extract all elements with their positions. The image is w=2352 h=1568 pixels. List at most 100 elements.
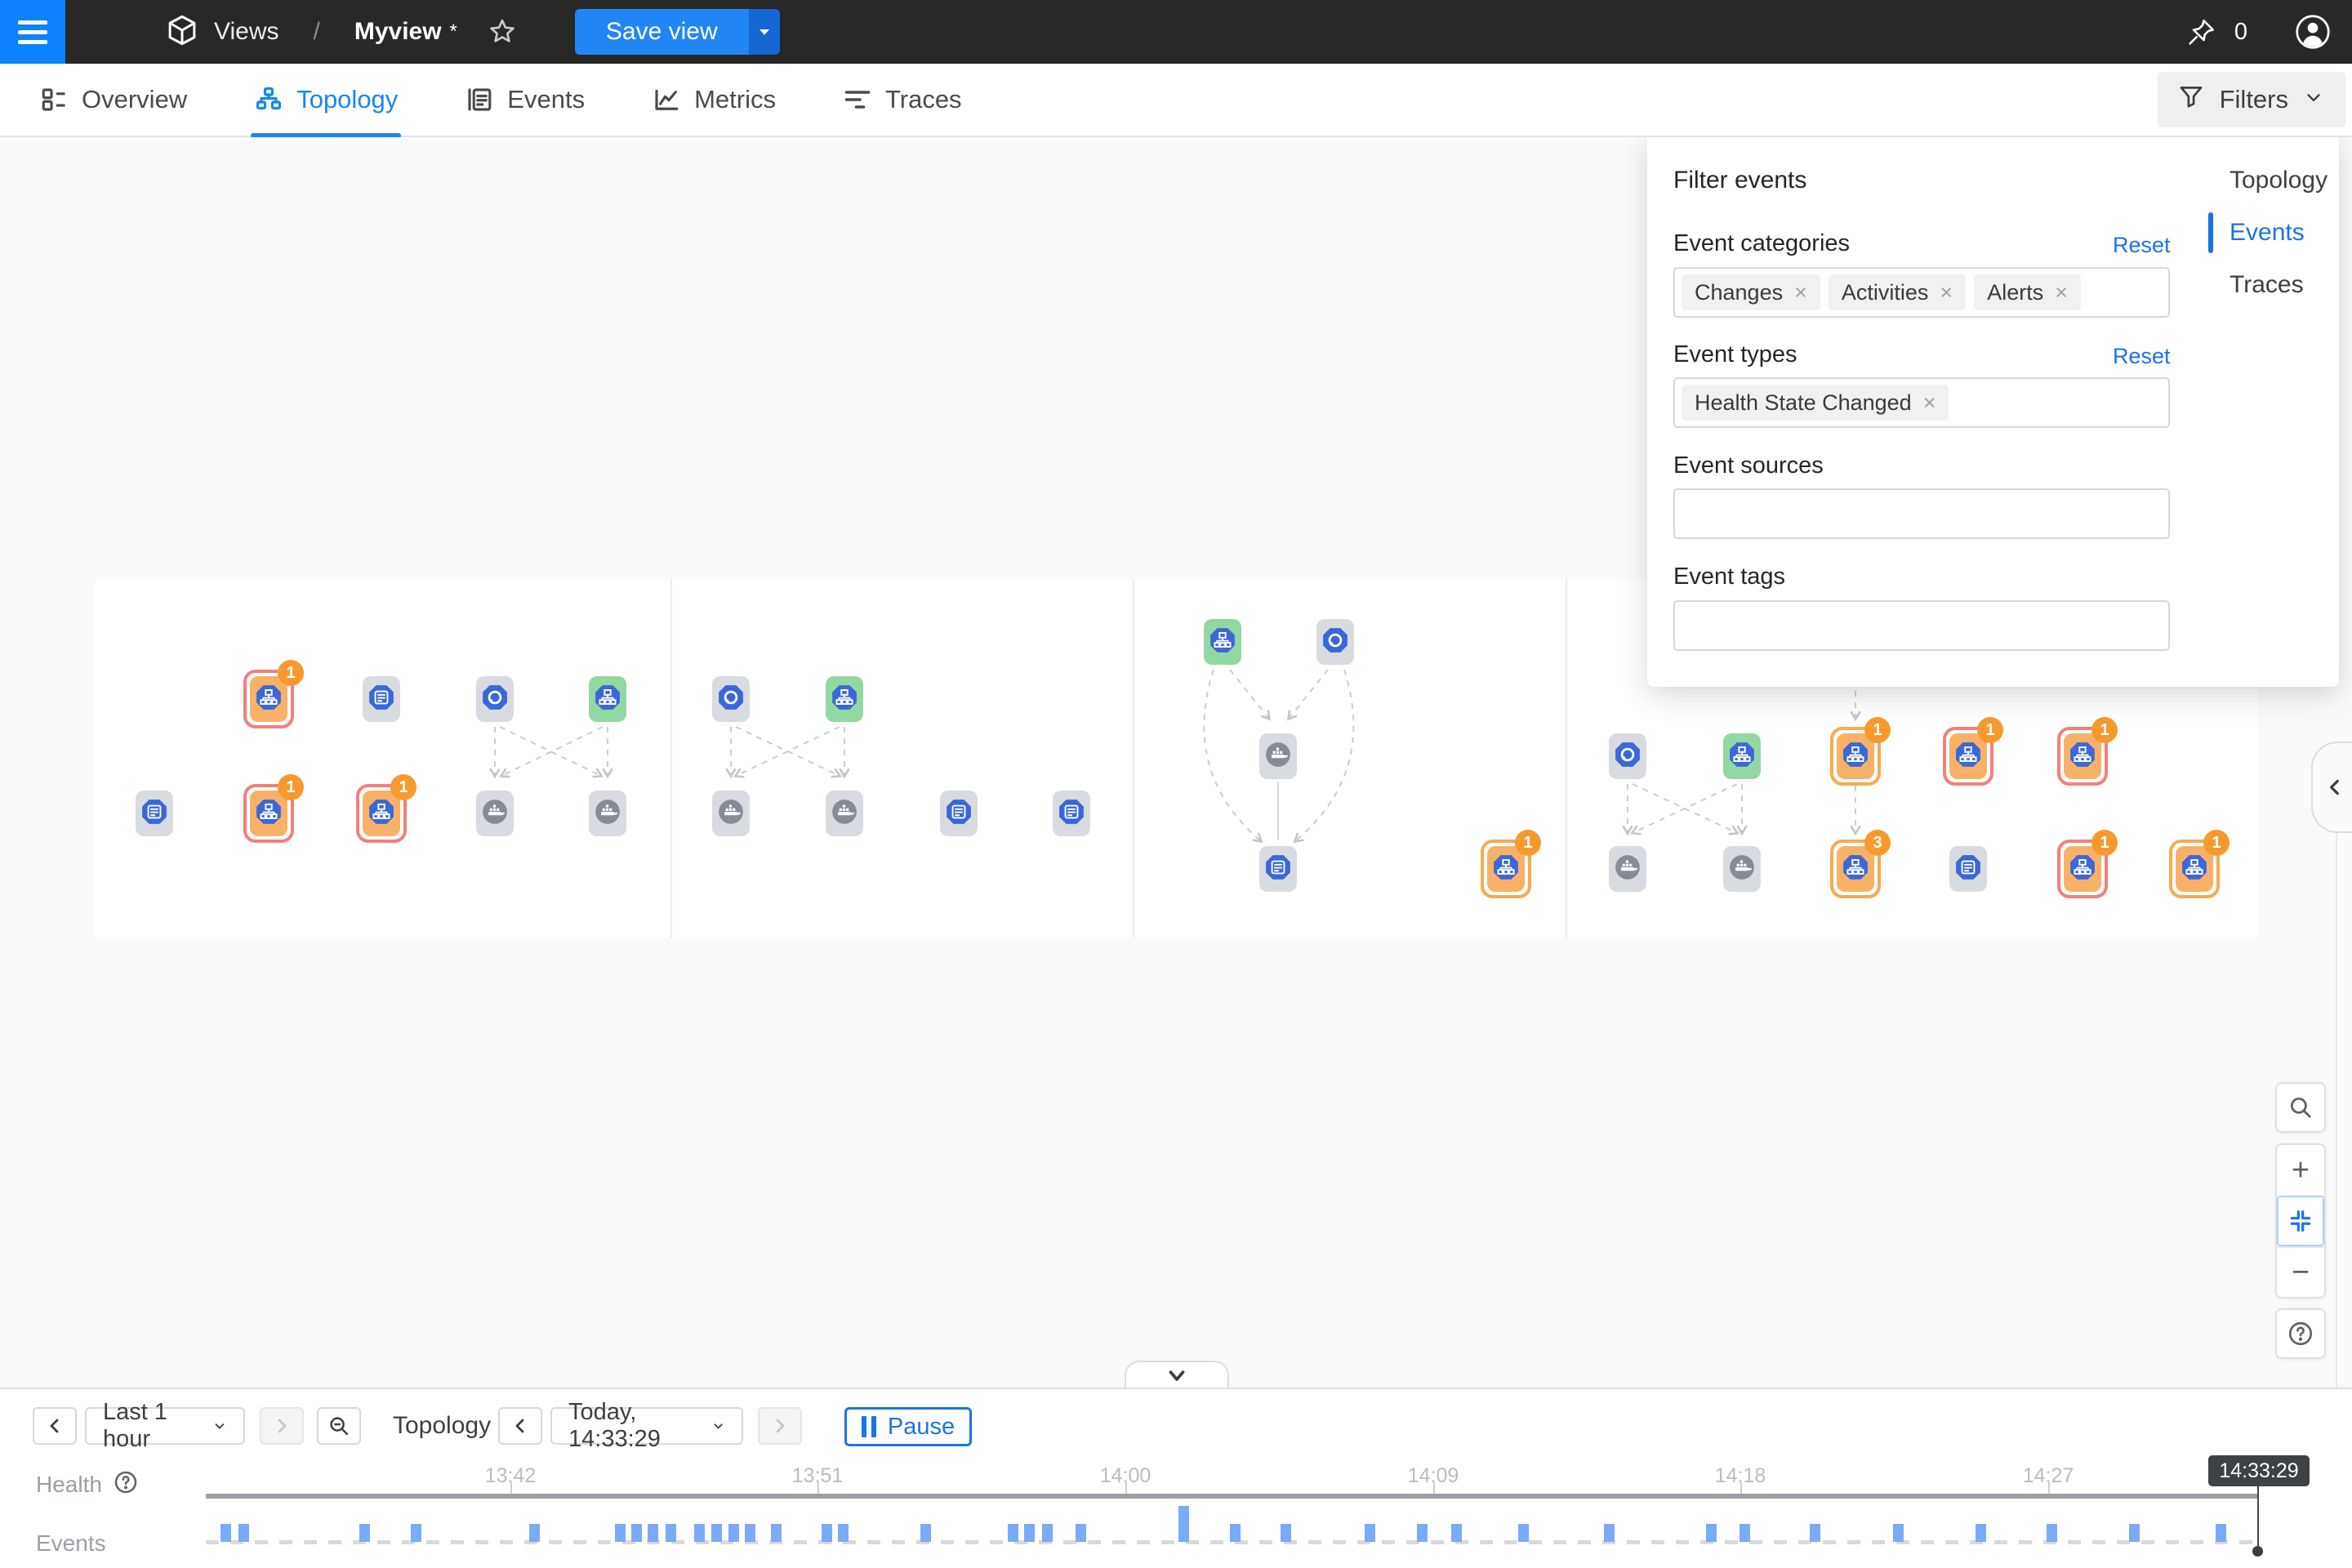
topology-node[interactable] [826,791,863,836]
event-bar[interactable] [1893,1524,1904,1542]
event-bar[interactable] [238,1524,249,1542]
topology-node[interactable] [363,676,400,722]
snapshot-back-button[interactable] [498,1407,542,1445]
event-bar[interactable] [1706,1524,1717,1542]
zoom-out-button[interactable]: − [2277,1246,2324,1297]
topology-node[interactable] [1316,619,1354,665]
health-help-icon[interactable] [113,1469,139,1499]
time-range-back-button[interactable] [33,1407,77,1445]
event-tags-input[interactable] [1673,600,2170,651]
filter-chip[interactable]: Changes× [1682,274,1820,310]
health-track[interactable] [206,1494,2258,1499]
save-view-button[interactable]: Save view [575,9,749,55]
snapshot-datetime-dropdown[interactable]: Today, 14:33:29 [550,1407,743,1445]
collapse-timeline-handle[interactable] [1125,1361,1229,1388]
topology-node-selected[interactable]: 1 [2169,840,2220,898]
event-bar[interactable] [694,1524,705,1542]
topology-node[interactable] [940,791,978,836]
current-time-badge[interactable]: 14:33:29 [2208,1455,2310,1486]
fit-to-screen-button[interactable] [2277,1196,2324,1246]
event-bar[interactable] [920,1524,931,1542]
event-bar[interactable] [822,1524,832,1542]
expand-right-panel-handle[interactable] [2311,742,2352,833]
filter-chip[interactable]: Activities× [1829,274,1966,310]
topology-node[interactable] [1259,733,1297,779]
topology-node-selected[interactable]: 1 [2057,840,2108,898]
event-bar[interactable] [2129,1524,2140,1542]
help-button[interactable] [2275,1308,2326,1359]
topology-node[interactable] [1723,733,1761,779]
favorite-star-icon[interactable] [487,16,518,47]
event-types-input[interactable]: Health State Changed× [1673,377,2170,428]
topology-node[interactable] [476,791,514,836]
event-bar[interactable] [1810,1524,1820,1542]
topology-node[interactable] [589,791,626,836]
filters-button[interactable]: Filters [2158,72,2345,127]
tab-metrics[interactable]: Metrics [648,63,779,136]
filter-nav-events[interactable]: Events [2230,219,2305,247]
topology-node[interactable] [589,676,626,722]
topology-node-selected[interactable]: 3 [1830,840,1881,898]
topology-node[interactable] [1053,791,1090,836]
topology-node[interactable] [712,791,750,836]
tab-traces[interactable]: Traces [840,63,965,136]
event-bar[interactable] [1024,1524,1035,1542]
event-bar[interactable] [1976,1524,1986,1542]
pinned-items-icon[interactable] [2185,16,2218,48]
topology-node-selected[interactable]: 1 [243,784,294,843]
event-bar[interactable] [1417,1524,1428,1542]
topology-node[interactable] [1204,619,1241,665]
hamburger-menu-button[interactable] [0,0,65,64]
event-types-reset-link[interactable]: Reset [2113,344,2171,369]
event-bar[interactable] [1008,1524,1018,1542]
filter-nav-traces[interactable]: Traces [2230,271,2304,299]
topology-node[interactable] [1723,846,1761,892]
event-bar[interactable] [711,1524,722,1542]
topology-canvas[interactable]: 1111111311 Filter events Topology Events… [0,137,2352,1388]
filter-chip[interactable]: Alerts× [1974,274,2081,310]
timeline-zoom-out-button[interactable] [317,1407,361,1445]
save-view-dropdown-button[interactable] [749,9,780,55]
topology-node[interactable] [136,791,173,836]
event-bar[interactable] [1281,1524,1291,1542]
event-bar[interactable] [838,1524,849,1542]
filter-nav-topology[interactable]: Topology [2230,167,2328,194]
topology-node-selected[interactable]: 1 [1943,727,1993,786]
tab-topology[interactable]: Topology [251,63,401,136]
pause-button[interactable]: Pause [844,1407,972,1446]
tab-events[interactable]: Events [461,63,588,136]
chip-remove-icon[interactable]: × [1923,390,1936,416]
event-bar[interactable] [529,1524,540,1542]
topology-node[interactable] [1259,846,1297,892]
event-bar[interactable] [2216,1524,2226,1542]
event-bar[interactable] [771,1524,782,1542]
event-bar[interactable] [1451,1524,1462,1542]
time-range-dropdown[interactable]: Last 1 hour [85,1407,245,1445]
event-bar[interactable] [1604,1524,1615,1542]
event-bar[interactable] [359,1524,370,1542]
event-bar[interactable] [1365,1524,1375,1542]
chip-remove-icon[interactable]: × [1940,280,1953,305]
event-sources-input[interactable] [1673,488,2170,539]
time-range-forward-button[interactable] [260,1407,304,1445]
topology-node[interactable] [1609,733,1646,779]
breadcrumb-views[interactable]: Views [214,18,278,46]
event-bar[interactable] [220,1524,231,1542]
current-time-dot[interactable] [2252,1546,2263,1557]
search-topology-button[interactable] [2275,1082,2326,1133]
event-bar[interactable] [615,1524,626,1542]
snapshot-forward-button[interactable] [758,1407,802,1445]
event-bar[interactable] [411,1524,421,1542]
event-bar[interactable] [631,1524,642,1542]
event-categories-input[interactable]: Changes×Activities×Alerts× [1673,267,2170,318]
event-bar[interactable] [1178,1506,1189,1542]
chip-remove-icon[interactable]: × [1794,280,1807,305]
topology-node[interactable] [1609,846,1646,892]
event-bar[interactable] [1518,1524,1529,1542]
topology-node-selected[interactable]: 1 [1830,727,1881,786]
event-bar[interactable] [728,1524,739,1542]
event-bar[interactable] [2047,1524,2057,1542]
topology-node[interactable] [1949,846,1987,892]
event-bar[interactable] [648,1524,658,1542]
zoom-in-button[interactable]: + [2277,1145,2324,1196]
